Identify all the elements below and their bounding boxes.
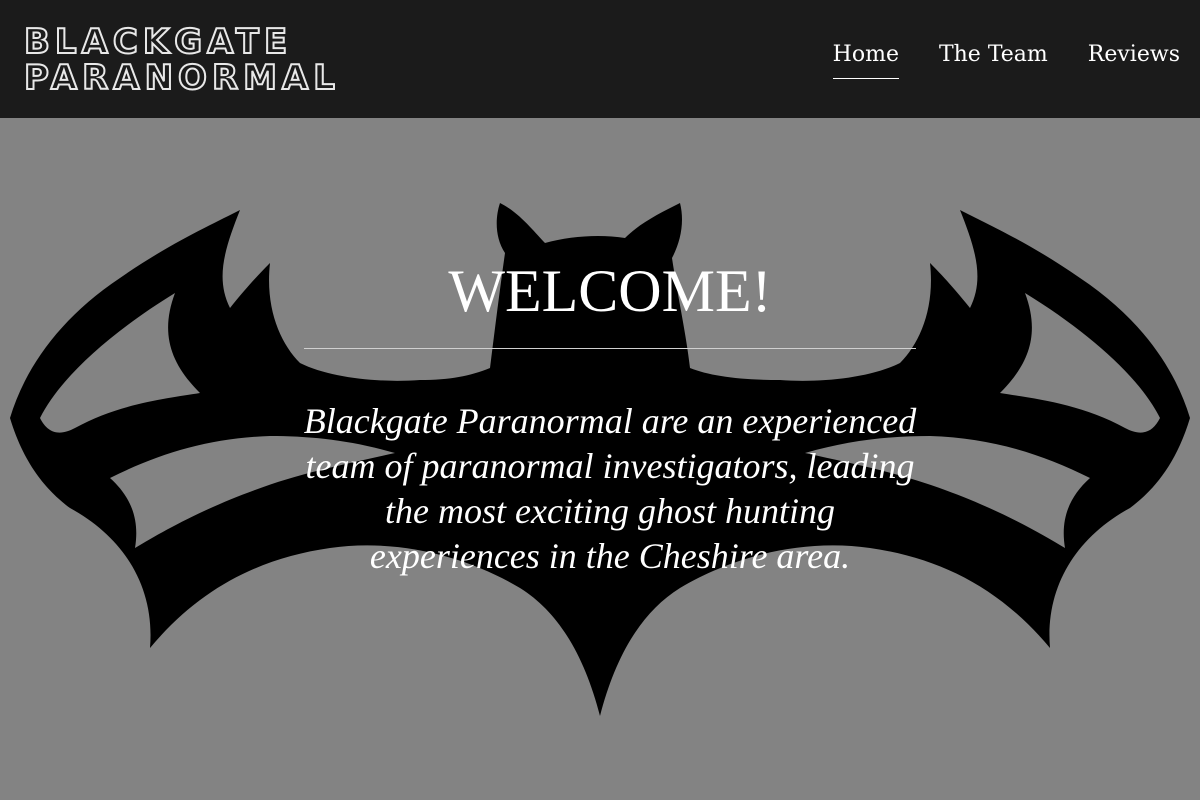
site-logo[interactable]: BLACKGATE PARANORMAL bbox=[23, 22, 364, 98]
main-nav: Home The Team Reviews bbox=[832, 40, 1180, 79]
hero-content: WELCOME! Blackgate Paranormal are an exp… bbox=[300, 256, 920, 579]
hero-section: WELCOME! Blackgate Paranormal are an exp… bbox=[0, 118, 1200, 800]
heading-divider bbox=[304, 348, 916, 349]
logo-line-2: PARANORMAL bbox=[23, 58, 340, 98]
site-header: BLACKGATE PARANORMAL Home The Team Revie… bbox=[0, 0, 1200, 118]
nav-item-the-team[interactable]: The Team bbox=[939, 40, 1048, 79]
nav-item-reviews[interactable]: Reviews bbox=[1088, 40, 1180, 79]
welcome-heading: WELCOME! bbox=[448, 258, 772, 324]
intro-text: Blackgate Paranormal are an experienced … bbox=[303, 401, 917, 576]
nav-item-home[interactable]: Home bbox=[832, 40, 899, 79]
page: BLACKGATE PARANORMAL Home The Team Revie… bbox=[0, 0, 1200, 800]
logo-line-1: BLACKGATE bbox=[23, 22, 293, 62]
